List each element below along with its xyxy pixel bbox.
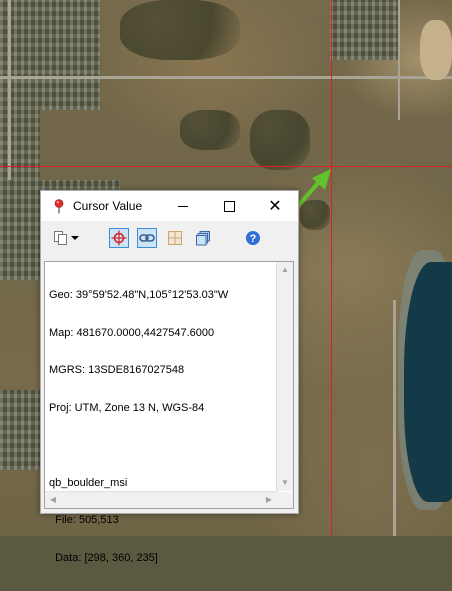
cursor-value-dialog: Cursor Value ✕ ? Geo: 39°59'52.48"N,105°… [40, 190, 299, 564]
scroll-up-icon[interactable]: ▲ [277, 262, 293, 278]
tree-patch [120, 0, 240, 60]
link-icon [139, 234, 155, 242]
horizontal-scrollbar[interactable]: ◀ ▶ [45, 491, 277, 508]
proj-line: Proj: UTM, Zone 13 N, WGS-84 [49, 401, 205, 414]
crosshair-horizontal [0, 166, 452, 167]
residential-area [330, 0, 400, 60]
maximize-icon [223, 200, 235, 212]
close-button[interactable]: ✕ [252, 191, 298, 221]
chevron-down-icon [71, 236, 79, 240]
layers-button[interactable] [193, 228, 213, 248]
road [8, 0, 11, 180]
help-button[interactable]: ? [243, 228, 263, 248]
close-icon: ✕ [268, 198, 282, 215]
grid-button[interactable] [165, 228, 185, 248]
vertical-scrollbar[interactable]: ▲ ▼ [276, 262, 293, 491]
residential-area [0, 390, 40, 470]
copy-icon [54, 231, 67, 245]
window-title: Cursor Value [73, 199, 143, 213]
road [0, 76, 452, 79]
tree-patch [180, 110, 240, 150]
residential-area [0, 0, 100, 110]
tree-patch [300, 200, 330, 230]
svg-text:?: ? [250, 233, 257, 245]
geo-line: Geo: 39°59'52.48"N,105°12'53.03"W [49, 289, 229, 301]
bare-field [420, 20, 452, 80]
residential-area [0, 110, 40, 190]
data-line: Data: [298, 360, 235] [49, 551, 158, 564]
crosshair-button[interactable] [109, 228, 129, 248]
layer-name: qb_boulder_msi [49, 476, 128, 489]
maximize-button[interactable] [206, 191, 252, 221]
scroll-left-icon[interactable]: ◀ [45, 492, 61, 508]
toolbar: ? [41, 221, 298, 255]
crosshair-vertical [331, 0, 332, 536]
cursor-value-text: Geo: 39°59'52.48"N,105°12'53.03"W Map: 4… [45, 262, 293, 591]
cursor-value-textbox[interactable]: Geo: 39°59'52.48"N,105°12'53.03"W Map: 4… [44, 261, 294, 564]
mgrs-line: MGRS: 13SDE8167027548 [49, 364, 185, 376]
pin-icon [51, 198, 67, 214]
minimize-icon [178, 205, 188, 207]
crosshair-icon [111, 230, 127, 246]
lake [404, 262, 452, 502]
scroll-down-icon[interactable]: ▼ [277, 475, 293, 491]
copy-dropdown-button[interactable] [53, 228, 83, 248]
map-line: Map: 481670.0000,4427547.6000 [49, 326, 215, 339]
help-icon: ? [246, 231, 260, 245]
tree-patch [250, 110, 310, 170]
road [393, 300, 396, 536]
link-button[interactable] [137, 228, 157, 248]
scroll-right-icon[interactable]: ▶ [261, 492, 277, 508]
scrollbar-corner [277, 492, 293, 508]
layers-icon [196, 231, 210, 246]
minimize-button[interactable] [160, 191, 206, 221]
title-bar[interactable]: Cursor Value ✕ [41, 191, 298, 221]
file-line: File: 505,513 [49, 514, 119, 526]
road [398, 0, 400, 120]
grid-icon [168, 231, 182, 245]
